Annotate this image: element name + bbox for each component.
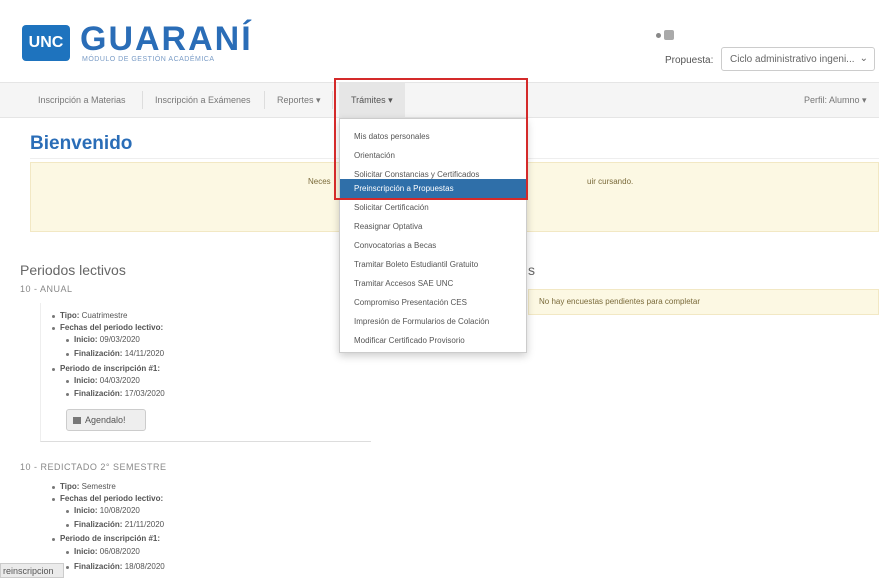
periodo-1-insc-fin: Finalización: 17/03/2020 (74, 389, 165, 398)
menu-item-mis-datos-personales[interactable]: Mis datos personales (340, 127, 526, 146)
page-title: Bienvenido (30, 133, 133, 154)
menu-item-accesos-sae[interactable]: Tramitar Accesos SAE UNC (340, 274, 526, 293)
menu-item-boleto-estudiantil[interactable]: Tramitar Boleto Estudiantil Gratuito (340, 255, 526, 274)
notice-text-right: uir cursando. (587, 177, 634, 186)
nav-tramites[interactable]: Trámites ▾ (339, 83, 405, 117)
periodo-2-insc-inicio: Inicio: 06/08/2020 (74, 547, 140, 556)
nav-inscripcion-examenes[interactable]: Inscripción a Exámenes (155, 83, 251, 117)
nav-inscripcion-materias[interactable]: Inscripción a Materias (38, 83, 126, 117)
propuesta-select-value: Ciclo administrativo ingeni... (730, 53, 855, 65)
bullet (52, 498, 55, 501)
bullet (66, 510, 69, 513)
menu-item-solicitar-certificacion[interactable]: Solicitar Certificación (340, 198, 526, 217)
periodo-1-heading: 10 - ANUAL (20, 284, 73, 294)
agendalo-label: Agendalo! (85, 415, 126, 425)
periodo-1-fechas-label: Fechas del periodo lectivo: (60, 323, 164, 332)
app-header: UNC GUARANÍ MÓDULO DE GESTIÓN ACADÉMICA … (0, 0, 879, 82)
periodo-2-fechas-label: Fechas del periodo lectivo: (60, 494, 164, 503)
bullet (52, 327, 55, 330)
periodo-1-inicio: Inicio: 09/03/2020 (74, 335, 140, 344)
bullet (66, 551, 69, 554)
periodo-2-tipo: Tipo: Semestre (60, 482, 116, 491)
periodo-2-heading: 10 - REDICTADO 2° SEMESTRE (20, 462, 167, 472)
bullet (66, 353, 69, 356)
menu-item-orientacion[interactable]: Orientación (340, 146, 526, 165)
encuestas-title-fragment: s (528, 262, 535, 278)
menu-item-modificar-certificado[interactable]: Modificar Certificado Provisorio (340, 331, 526, 350)
periodo-2-insc-fin: Finalización: 18/08/2020 (74, 562, 165, 571)
bullet (66, 566, 69, 569)
menu-item-convocatorias-becas[interactable]: Convocatorias a Becas (340, 236, 526, 255)
menu-item-impresion-formularios[interactable]: Impresión de Formularios de Colación (340, 312, 526, 331)
nav-perfil[interactable]: Perfil: Alumno ▾ (804, 83, 867, 117)
bullet (52, 315, 55, 318)
propuesta-label: Propuesta: (665, 55, 714, 66)
periodo-2-fin: Finalización: 21/11/2020 (74, 520, 165, 529)
periodo-1-inscripcion-label: Periodo de inscripción #1: (60, 364, 161, 373)
encuestas-empty-alert: No hay encuestas pendientes para complet… (528, 289, 879, 315)
bullet (66, 339, 69, 342)
bullet (52, 368, 55, 371)
periodo-2-inicio: Inicio: 10/08/2020 (74, 506, 140, 515)
nav-reportes[interactable]: Reportes ▾ (277, 83, 321, 117)
guarani-logo-title[interactable]: GUARANÍ (80, 20, 253, 59)
bullet (66, 380, 69, 383)
bullet (52, 538, 55, 541)
tramites-dropdown-menu: Mis datos personales Orientación Solicit… (339, 118, 527, 353)
periodos-lectivos-title: Periodos lectivos (20, 262, 126, 278)
periodo-1-insc-inicio: Inicio: 04/03/2020 (74, 376, 140, 385)
bullet (66, 393, 69, 396)
logo-subtitle: MÓDULO DE GESTIÓN ACADÉMICA (82, 56, 215, 63)
main-navbar: Inscripción a Materias Inscripción a Exá… (0, 82, 879, 118)
calendar-icon (73, 416, 81, 424)
nav-separator (142, 91, 143, 109)
user-menu-icon[interactable] (656, 30, 676, 42)
periodo-2-inscripcion-label: Periodo de inscripción #1: (60, 534, 161, 543)
status-bar-link-preview: reinscripcion (0, 563, 64, 578)
notice-text-left: Neces (308, 177, 331, 186)
chevron-down-icon: ⌄ (859, 53, 868, 64)
agendalo-button[interactable]: Agendalo! (66, 409, 146, 431)
nav-separator (332, 91, 333, 109)
menu-item-reasignar-optativa[interactable]: Reasignar Optativa (340, 217, 526, 236)
propuesta-select[interactable]: Ciclo administrativo ingeni... ⌄ (721, 47, 875, 71)
periodo-1-fin: Finalización: 14/11/2020 (74, 349, 165, 358)
unc-logo[interactable]: UNC (22, 25, 70, 61)
menu-item-compromiso-ces[interactable]: Compromiso Presentación CES (340, 293, 526, 312)
bullet (66, 524, 69, 527)
periodo-1-tipo: Tipo: Cuatrimestre (60, 311, 128, 320)
encuestas-empty-text: No hay encuestas pendientes para complet… (539, 297, 700, 306)
menu-item-preinscripcion-propuestas[interactable]: Preinscripción a Propuestas (340, 179, 526, 198)
bullet (52, 486, 55, 489)
nav-separator (264, 91, 265, 109)
